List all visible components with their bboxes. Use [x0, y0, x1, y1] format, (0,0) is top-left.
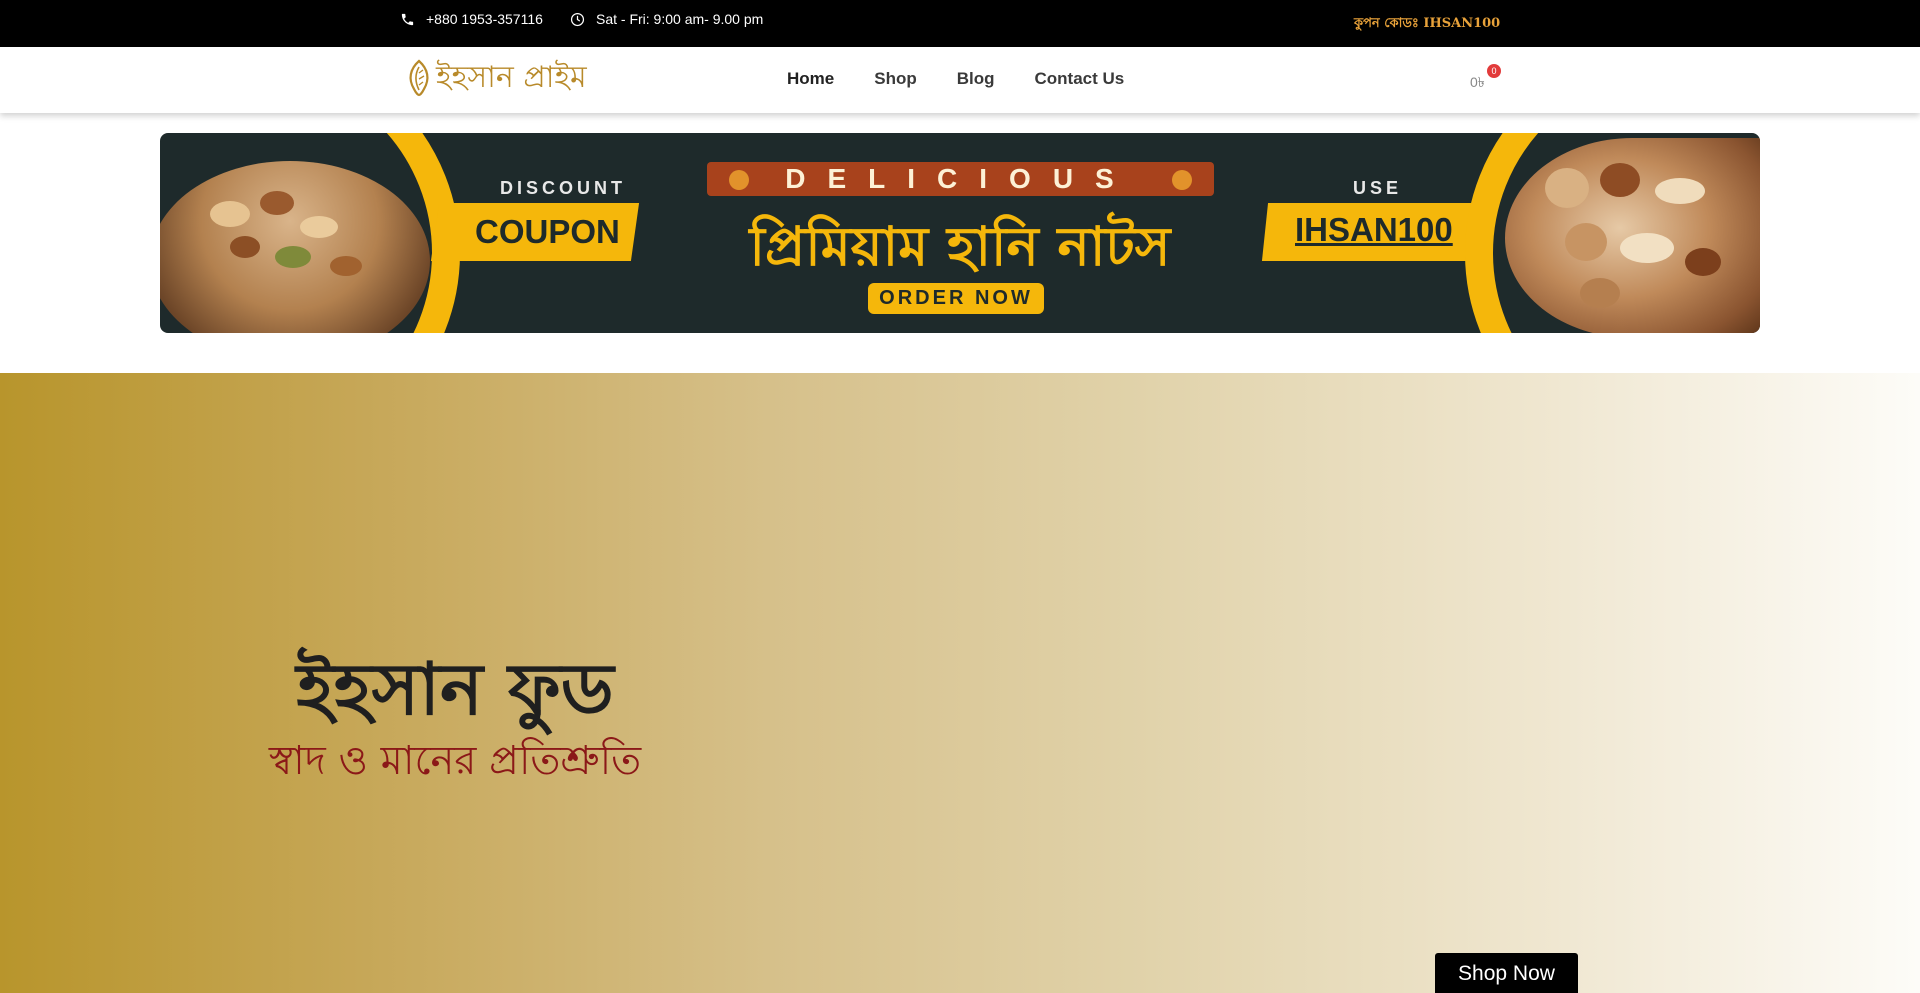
banner-use-label: USE [1353, 178, 1403, 198]
phone-number: +880 1953-357116 [426, 11, 543, 27]
leaf-logo-icon [409, 59, 429, 97]
cart-count-badge: 0 [1487, 64, 1501, 78]
topbar-hours: Sat - Fri: 9:00 am- 9.00 pm [570, 11, 763, 27]
hero-section: ইহসান ফুড স্বাদ ও মানের প্রতিশ্রুতি Shop… [0, 373, 1920, 993]
site-header: ইহসান প্রাইম Home Shop Blog Contact Us 0… [0, 47, 1920, 113]
banner-delicious-text: DELICIOUS [785, 163, 1136, 194]
hero-subtitle: স্বাদ ও মানের প্রতিশ্রুতি [268, 738, 642, 784]
delicious-bar: DELICIOUS [707, 162, 1214, 196]
main-nav: Home Shop Blog Contact Us [787, 69, 1164, 89]
nav-home[interactable]: Home [787, 69, 834, 89]
opening-hours: Sat - Fri: 9:00 am- 9.00 pm [596, 11, 764, 27]
nav-contact-us[interactable]: Contact Us [1035, 69, 1125, 89]
banner-headline: প্রিমিয়াম হানি নাটস [749, 215, 1171, 278]
banner-coupon-label: COUPON [475, 213, 620, 250]
hero-title: ইহসান ফুড [296, 647, 614, 731]
order-now-button[interactable]: ORDER NOW [868, 283, 1044, 314]
coupon-code-notice: কুপন কোডঃ IHSAN100 [1354, 16, 1501, 31]
logo-text: ইহসান প্রাইম [436, 60, 587, 95]
site-logo[interactable]: ইহসান প্রাইম [406, 59, 587, 97]
promo-banner[interactable]: DISCOUNT COUPON DELICIOUS প্রিমিয়াম হান… [160, 133, 1760, 333]
cart-button[interactable]: 0৳ [1470, 71, 1485, 95]
nav-blog[interactable]: Blog [957, 69, 995, 89]
nut-bowl-image-right [1505, 138, 1760, 333]
nav-shop[interactable]: Shop [874, 69, 917, 89]
phone-icon [401, 13, 414, 25]
clock-icon [570, 12, 585, 26]
topbar-phone[interactable]: +880 1953-357116 [400, 11, 543, 27]
top-bar: +880 1953-357116 Sat - Fri: 9:00 am- 9.0… [0, 0, 1920, 47]
banner-coupon-code: IHSAN100 [1295, 211, 1453, 248]
banner-discount-label: DISCOUNT [500, 178, 626, 198]
shop-now-button[interactable]: Shop Now [1435, 953, 1578, 993]
